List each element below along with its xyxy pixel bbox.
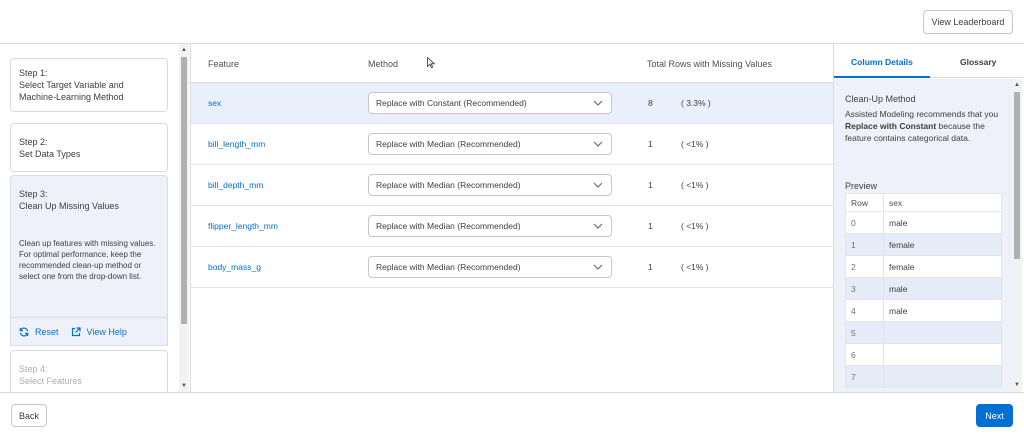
method-select-value: Replace with Median (Recommended): [376, 221, 521, 231]
reset-label: Reset: [35, 326, 59, 337]
method-select-value: Replace with Median (Recommended): [376, 180, 521, 190]
active-tab-indicator: [834, 76, 930, 78]
preview-row: 3 male: [845, 277, 1002, 300]
column-header-method: Method: [368, 59, 399, 69]
table-row[interactable]: flipper_length_mm Replace with Median (R…: [191, 206, 833, 247]
method-select-value: Replace with Constant (Recommended): [376, 98, 527, 108]
step-2[interactable]: Step 2: Set Data Types: [10, 123, 168, 172]
table-row[interactable]: bill_depth_mm Replace with Median (Recom…: [191, 165, 833, 206]
table-row[interactable]: bill_length_mm Replace with Median (Reco…: [191, 124, 833, 165]
missing-percent: ( <1% ): [681, 221, 709, 231]
steps-panel: Step 1: Select Target Variable and Machi…: [0, 44, 191, 392]
scroll-down-arrow[interactable]: ▼: [1013, 381, 1021, 389]
preview-row: 1 female: [845, 233, 1002, 256]
step-4-label: Step 4: Select Features: [19, 364, 83, 386]
feature-name[interactable]: bill_length_mm: [208, 139, 265, 149]
scroll-up-arrow[interactable]: ▲: [180, 46, 188, 54]
method-select-value: Replace with Median (Recommended): [376, 262, 521, 272]
table-header: Feature Method Total Rows with Missing V…: [191, 44, 833, 83]
step-1-label: Step 1: Select Target Variable and Machi…: [19, 68, 124, 102]
column-header-feature: Feature: [208, 59, 240, 69]
table-row[interactable]: sex Replace with Constant (Recommended) …: [191, 83, 833, 124]
step-1[interactable]: Step 1: Select Target Variable and Machi…: [10, 58, 168, 112]
method-select[interactable]: Replace with Median (Recommended): [368, 174, 612, 196]
preview-row: 6: [845, 343, 1002, 366]
missing-count: 1: [648, 139, 653, 149]
external-link-icon: [71, 326, 81, 337]
cleanup-method-text: Assisted Modeling recommends that you Re…: [845, 109, 999, 143]
details-scrollbar[interactable]: ▲ ▼: [1012, 79, 1022, 392]
refresh-icon: [19, 327, 29, 337]
method-select[interactable]: Replace with Median (Recommended): [368, 215, 612, 237]
top-bar: View Leaderboard: [0, 0, 1024, 44]
feature-name[interactable]: bill_depth_mm: [208, 180, 263, 190]
chevron-down-icon: [593, 181, 603, 189]
missing-percent: ( <1% ): [681, 139, 709, 149]
recommended-method: Replace with Constant: [845, 121, 937, 131]
footer-bar: Back Next: [0, 392, 1024, 437]
table-row[interactable]: body_mass_g Replace with Median (Recomme…: [191, 247, 833, 288]
step-3-label: Step 3: Clean Up Missing Values: [19, 189, 119, 211]
chevron-down-icon: [593, 222, 603, 230]
feature-name[interactable]: body_mass_g: [208, 262, 261, 272]
reset-button[interactable]: Reset: [19, 327, 59, 337]
panel-tabs: Column Details Glossary: [834, 44, 1024, 78]
preview-row: 4 male: [845, 299, 1002, 322]
method-select[interactable]: Replace with Median (Recommended): [368, 256, 612, 278]
step-3[interactable]: Step 3: Clean Up Missing Values Clean up…: [10, 175, 168, 318]
column-details-body: Clean-Up Method Assisted Modeling recomm…: [834, 79, 1013, 392]
preview-header-row: Row: [845, 193, 884, 212]
step-2-label: Step 2: Set Data Types: [19, 137, 81, 159]
chevron-down-icon: [593, 263, 603, 271]
chevron-down-icon: [593, 99, 603, 107]
steps-scrollbar[interactable]: ▲ ▼: [179, 44, 189, 392]
preview-header-sex: sex: [883, 193, 1002, 212]
missing-count: 1: [648, 180, 653, 190]
tab-glossary[interactable]: Glossary: [960, 57, 996, 67]
method-select-value: Replace with Median (Recommended): [376, 139, 521, 149]
preview-row: 2 female: [845, 255, 1002, 278]
steps-scrollbar-thumb[interactable]: [181, 57, 187, 324]
tab-column-details[interactable]: Column Details: [851, 57, 913, 67]
step-4: Step 4: Select Features: [10, 350, 168, 392]
preview-row: 0 male: [845, 211, 1002, 234]
chevron-down-icon: [593, 140, 603, 148]
scroll-up-arrow[interactable]: ▲: [1013, 81, 1021, 89]
view-help-label: View Help: [86, 326, 127, 337]
missing-count: 1: [648, 221, 653, 231]
scroll-down-arrow[interactable]: ▼: [180, 382, 188, 390]
method-select[interactable]: Replace with Median (Recommended): [368, 133, 612, 155]
preview-row: 5: [845, 321, 1002, 344]
feature-name[interactable]: flipper_length_mm: [208, 221, 278, 231]
method-select[interactable]: Replace with Constant (Recommended): [368, 92, 612, 114]
feature-name[interactable]: sex: [208, 98, 221, 108]
view-leaderboard-button[interactable]: View Leaderboard: [923, 10, 1013, 34]
preview-title: Preview: [845, 181, 878, 191]
preview-row: 7: [845, 365, 1002, 388]
mouse-cursor-icon: [427, 56, 436, 70]
missing-percent: ( 3.3% ): [681, 98, 711, 108]
missing-percent: ( <1% ): [681, 180, 709, 190]
next-button[interactable]: Next: [976, 404, 1013, 427]
missing-count: 1: [648, 262, 653, 272]
cleanup-method-title: Clean-Up Method: [845, 94, 916, 104]
step-actions: Reset View Help: [10, 318, 168, 346]
missing-values-table: Feature Method Total Rows with Missing V…: [191, 44, 833, 392]
missing-percent: ( <1% ): [681, 262, 709, 272]
column-header-rows: Total Rows with Missing Values: [647, 59, 772, 69]
missing-count: 8: [648, 98, 653, 108]
view-help-link[interactable]: View Help: [71, 327, 127, 337]
preview-table: Row sex 0 male 1 female 2 female 3 male 4 mal…: [845, 193, 1002, 388]
details-scrollbar-thumb[interactable]: [1014, 92, 1020, 259]
step-3-description: Clean up features with missing values. F…: [19, 239, 156, 281]
column-details-panel: Column Details Glossary Clean-Up Method …: [833, 44, 1024, 392]
back-button[interactable]: Back: [11, 404, 47, 427]
